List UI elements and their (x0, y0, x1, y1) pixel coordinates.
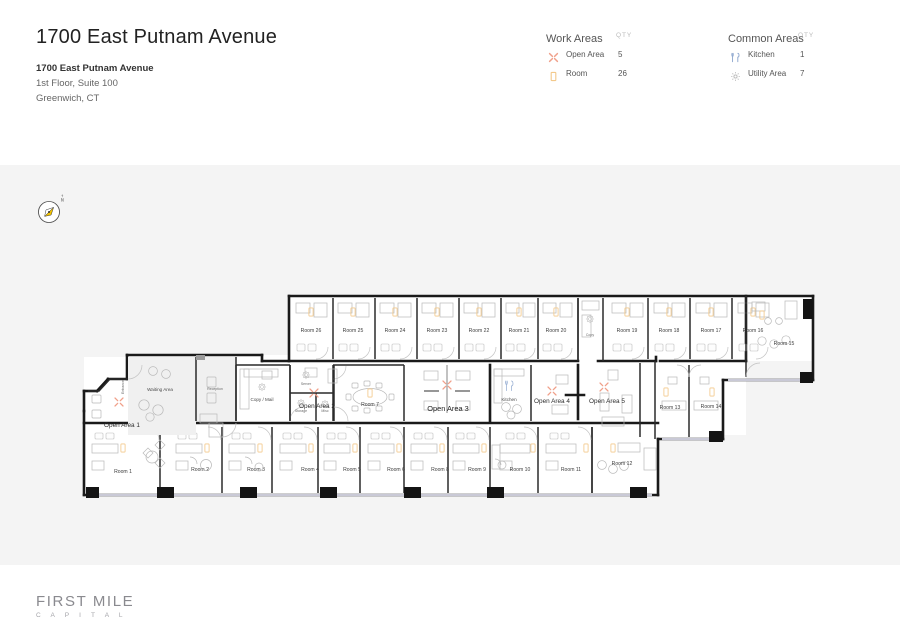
footer: FIRST MILE C A P I T A L VTS (0, 565, 900, 640)
legend-qty-utility-area: 7 (800, 69, 805, 78)
room-label: Room 24 (385, 328, 406, 334)
room-label: Room 26 (301, 328, 322, 334)
floor-suite: 1st Floor, Suite 100 (36, 78, 118, 89)
legend-row-open-area: Open Area 5 (546, 47, 696, 66)
floorplan-canvas[interactable]: .wall { stroke:#1a1a1a; stroke-width:2.6… (0, 165, 900, 565)
room-label: Room 2 (191, 467, 209, 473)
room-label: Room 8 (431, 467, 449, 473)
entrance-label: Entrance (121, 380, 125, 394)
open-area-label: Open Area 4 (534, 398, 570, 405)
room-label: Room 6 (387, 467, 405, 473)
legend-work-qty-label: QTY (616, 32, 633, 39)
open-area-label: Open Area 2 (299, 403, 335, 410)
waiting-area-label: Waiting Area (147, 387, 173, 392)
server-label: Server (301, 382, 312, 386)
page-title: 1700 East Putnam Avenue (36, 26, 278, 48)
reception-label: Reception (207, 387, 223, 391)
room-label: Room 9 (468, 467, 486, 473)
legend-qty-open-area: 5 (618, 50, 623, 59)
legend-label-room: Room (566, 69, 588, 78)
room-label: Room 21 (509, 328, 530, 334)
legend-common-header: Common Areas QTY (728, 29, 878, 47)
floorplan-drawing[interactable]: .wall { stroke:#1a1a1a; stroke-width:2.6… (0, 165, 900, 565)
legend-work-title: Work Areas (546, 33, 603, 45)
copy-mail-label: Copy / Mail (251, 397, 274, 402)
brand-tagline: C A P I T A L (36, 612, 127, 619)
room-label: Room 10 (510, 467, 531, 473)
compass-rose (38, 194, 64, 223)
legend-common-qty-label: QTY (798, 32, 815, 39)
legend-row-room: Room 26 (546, 66, 696, 85)
legend-common-areas: Common Areas QTY Kitchen 1 Utility Area … (728, 29, 878, 85)
room-label: Room 13 (660, 405, 681, 411)
room-icon (548, 69, 559, 82)
kitchen-icon (730, 50, 741, 63)
first-mile-capital-logo: FIRST MILE C A P I T A L (36, 593, 134, 619)
legend-label-utility-area: Utility Area (748, 69, 787, 78)
legend-work-header: Work Areas QTY (546, 29, 696, 47)
room-label: Room 12 (612, 461, 633, 467)
legend-common-title: Common Areas (728, 33, 804, 45)
legend-label-kitchen: Kitchen (748, 50, 775, 59)
room-label: Room 1 (114, 469, 132, 475)
open-area-icon (548, 50, 559, 63)
floorplan-page: 1700 East Putnam Avenue 1700 East Putnam… (0, 0, 900, 640)
city-state: Greenwich, CT (36, 93, 100, 104)
open-area-label: Open Area 1 (104, 422, 140, 429)
legend-work-areas: Work Areas QTY Open Area 5 Room 26 (546, 29, 696, 85)
legend-qty-room: 26 (618, 69, 627, 78)
room-label: Room 11 (561, 467, 581, 473)
room-label: Room 17 (701, 328, 722, 334)
room-label: Room 18 (659, 328, 680, 334)
room-label: Room 20 (546, 328, 567, 334)
legend-row-utility-area: Utility Area 7 (728, 66, 878, 85)
room-label: Room 14 (701, 404, 722, 410)
legend-qty-kitchen: 1 (800, 50, 805, 59)
open-area-label: Open Area 3 (427, 404, 469, 413)
open-area-label: Open Area 5 (589, 398, 625, 405)
utility-label: Copy (586, 333, 594, 337)
room-label: Room 22 (469, 328, 490, 334)
room-label: Room 15 (774, 341, 795, 347)
room-label: Room 25 (343, 328, 364, 334)
property-name: 1700 East Putnam Avenue (36, 63, 154, 74)
title-block: 1700 East Putnam Avenue 1700 East Putnam… (36, 26, 277, 104)
room-label: Room 19 (617, 328, 638, 334)
legend-row-kitchen: Kitchen 1 (728, 47, 878, 66)
room-label: Room 4 (301, 467, 319, 473)
legend-label-open-area: Open Area (566, 50, 605, 59)
room-label: Room 5 (343, 467, 361, 473)
kitchen-label: Kitchen (501, 397, 517, 402)
room-label: Room 7 (361, 402, 379, 408)
utility-area-icon (730, 69, 741, 81)
header: 1700 East Putnam Avenue 1700 East Putnam… (0, 0, 900, 165)
room-label: Room 23 (427, 328, 448, 334)
brand-name: FIRST MILE (36, 593, 135, 610)
